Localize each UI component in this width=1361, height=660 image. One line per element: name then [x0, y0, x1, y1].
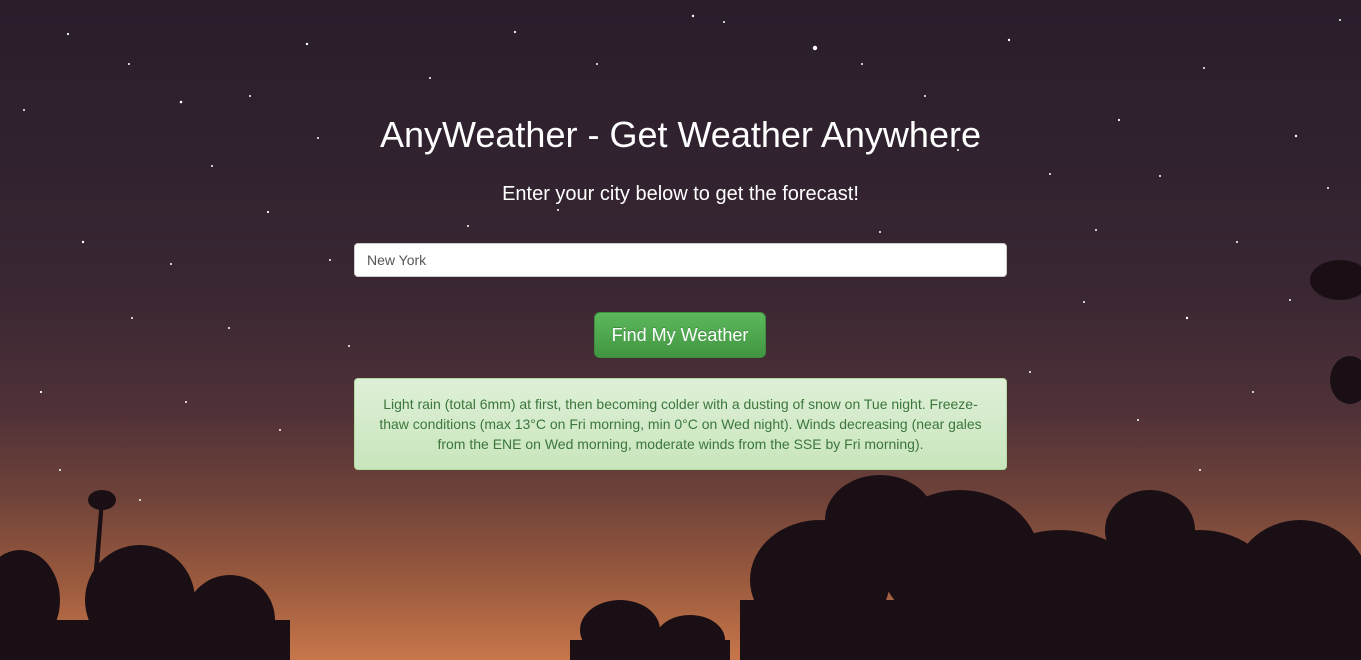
page-subtitle: Enter your city below to get the forecas…	[502, 183, 859, 205]
forecast-text: Light rain (total 6mm) at first, then be…	[379, 396, 982, 452]
find-weather-button[interactable]: Find My Weather	[594, 312, 766, 358]
city-input[interactable]	[354, 243, 1007, 277]
forecast-alert: Light rain (total 6mm) at first, then be…	[354, 378, 1007, 470]
page-title: AnyWeather - Get Weather Anywhere	[380, 114, 981, 155]
